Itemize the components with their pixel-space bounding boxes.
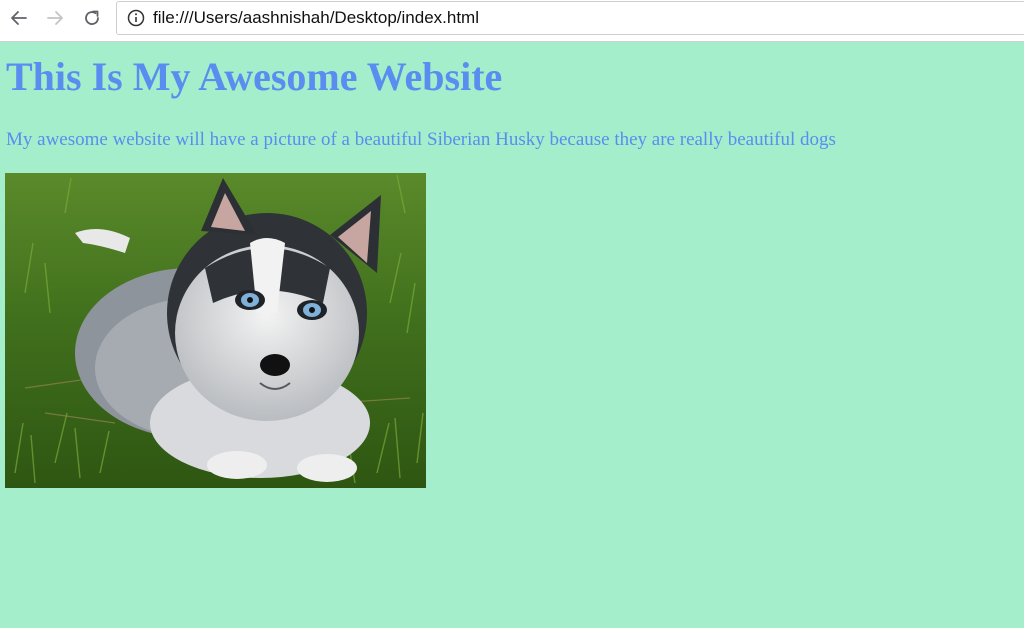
husky-puppy-image [5,173,426,488]
reload-button[interactable] [79,5,105,31]
forward-arrow-icon [47,11,63,25]
reload-icon [85,10,99,25]
address-bar[interactable]: file:///Users/aashnishah/Desktop/index.h… [116,1,1024,35]
page-viewport: This Is My Awesome Website My awesome we… [0,42,1024,628]
browser-toolbar: file:///Users/aashnishah/Desktop/index.h… [0,0,1024,42]
url-text[interactable]: file:///Users/aashnishah/Desktop/index.h… [153,2,479,34]
husky-photo [5,173,426,488]
back-arrow-icon [11,11,27,25]
back-button[interactable] [6,5,32,31]
forward-button[interactable] [42,5,68,31]
page-description: My awesome website will have a picture o… [6,129,836,150]
page-title: This Is My Awesome Website [6,54,503,99]
info-icon[interactable] [127,9,145,27]
